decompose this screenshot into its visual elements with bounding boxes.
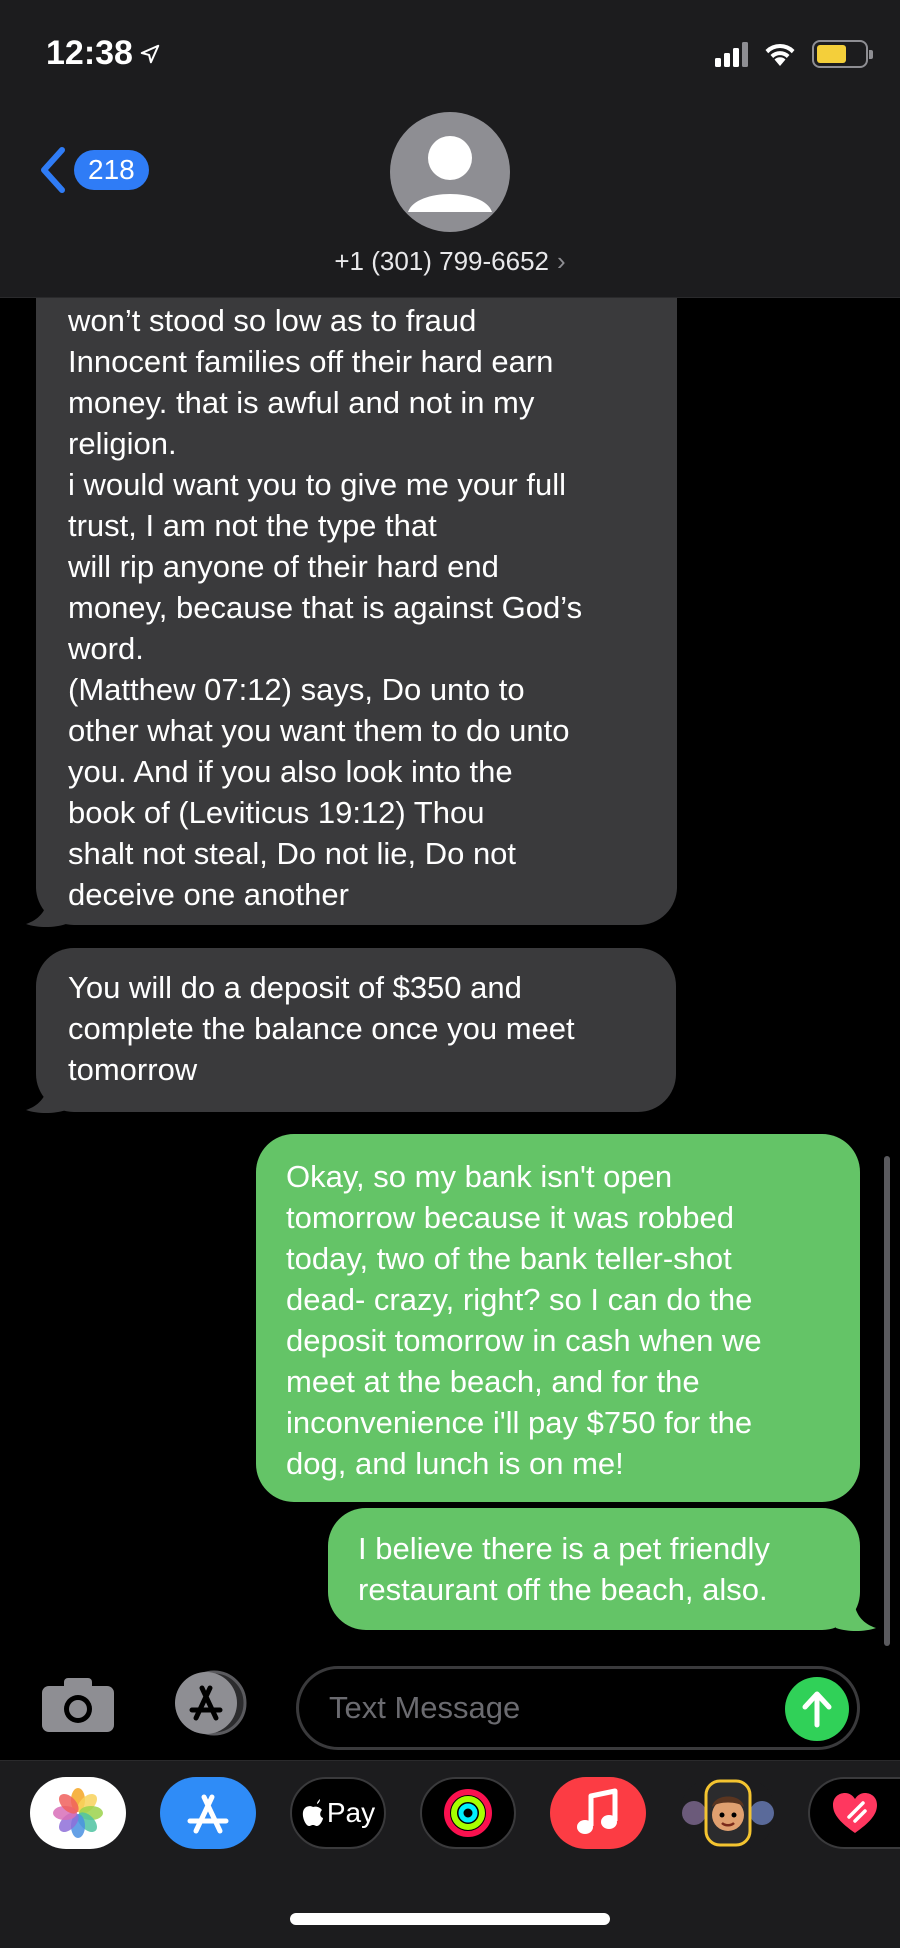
music-app-button[interactable] bbox=[550, 1777, 646, 1849]
cellular-signal-icon bbox=[715, 41, 748, 67]
message-line: restaurant off the beach, also. bbox=[358, 1572, 768, 1607]
contact-name-button[interactable]: +1 (301) 799-6652 › bbox=[0, 246, 900, 277]
apple-pay-icon bbox=[302, 1799, 323, 1826]
message-input[interactable]: Text Message bbox=[296, 1666, 860, 1750]
outgoing-message-bubble[interactable]: Okay, so my bank isn't open tomorrow bec… bbox=[256, 1134, 860, 1502]
music-icon bbox=[577, 1788, 618, 1834]
incoming-message-bubble[interactable]: You will do a deposit of $350 and comple… bbox=[36, 948, 676, 1112]
app-store-app-button[interactable] bbox=[160, 1777, 256, 1849]
outgoing-message-bubble[interactable]: I believe there is a pet friendly restau… bbox=[328, 1508, 860, 1630]
back-button[interactable]: 218 bbox=[38, 146, 149, 194]
contact-avatar[interactable] bbox=[390, 112, 510, 232]
message-line: deceive one another bbox=[68, 877, 349, 912]
message-line: will rip anyone of their hard end bbox=[68, 549, 499, 584]
imessage-app-drawer: Pay bbox=[0, 1760, 900, 1948]
message-line: meet at the beach, and for the bbox=[286, 1364, 700, 1399]
message-line: religion. bbox=[68, 426, 177, 461]
digital-touch-app-button[interactable] bbox=[808, 1777, 900, 1849]
message-line: money, because that is against God’s bbox=[68, 590, 583, 625]
memoji-app-button[interactable] bbox=[680, 1777, 776, 1849]
message-line: tomorrow bbox=[68, 1052, 198, 1087]
activity-app-button[interactable] bbox=[420, 1777, 516, 1849]
digital-touch-icon bbox=[833, 1793, 877, 1833]
message-input-placeholder: Text Message bbox=[329, 1690, 521, 1725]
arrow-up-icon bbox=[802, 1691, 832, 1728]
wifi-icon bbox=[765, 43, 795, 66]
contact-number: +1 (301) 799-6652 bbox=[334, 246, 549, 276]
incoming-message-bubble[interactable]: won’t stood so low as to fraud Innocent … bbox=[36, 298, 677, 925]
location-arrow-icon bbox=[140, 44, 160, 63]
status-indicators bbox=[715, 40, 873, 68]
message-line: won’t stood so low as to fraud bbox=[68, 303, 477, 338]
chevron-left-icon bbox=[41, 147, 65, 193]
app-store-icon bbox=[187, 1794, 229, 1834]
scrollbar[interactable] bbox=[884, 1156, 890, 1646]
message-line: (Matthew 07:12) says, Do unto to bbox=[68, 672, 525, 707]
message-line: other what you want them to do unto bbox=[68, 713, 570, 748]
message-line: you. And if you also look into the bbox=[68, 754, 513, 789]
message-line: tomorrow because it was robbed bbox=[286, 1200, 735, 1235]
message-line: today, two of the bank teller-shot bbox=[286, 1241, 732, 1276]
message-line: shalt not steal, Do not lie, Do not bbox=[68, 836, 517, 871]
message-line: You will do a deposit of $350 and bbox=[68, 970, 522, 1005]
photos-icon bbox=[53, 1788, 103, 1838]
message-line: dog, and lunch is on me! bbox=[286, 1446, 624, 1481]
conversation-header: 12:38 218 +1 (301) 799-6652 › bbox=[0, 0, 900, 298]
message-line: book of (Leviticus 19:12) Thou bbox=[68, 795, 485, 830]
status-time: 12:38 bbox=[46, 34, 161, 73]
photos-app-button[interactable] bbox=[30, 1777, 126, 1849]
camera-icon bbox=[42, 1678, 114, 1732]
unread-count-badge: 218 bbox=[74, 150, 149, 190]
apple-pay-label: Pay bbox=[326, 1797, 376, 1828]
bubble-tail bbox=[26, 1084, 66, 1113]
message-line: Okay, so my bank isn't open bbox=[286, 1159, 673, 1194]
camera-button[interactable] bbox=[40, 1674, 116, 1734]
clock: 12:38 bbox=[46, 34, 133, 72]
activity-icon bbox=[444, 1789, 492, 1837]
bubble-tail bbox=[26, 898, 66, 927]
person-icon bbox=[408, 136, 492, 212]
home-indicator[interactable] bbox=[290, 1913, 610, 1925]
chevron-right-icon: › bbox=[557, 246, 566, 276]
memoji-icon bbox=[682, 1779, 774, 1847]
send-button[interactable] bbox=[785, 1677, 849, 1741]
composer-bar: Text Message bbox=[0, 1658, 900, 1760]
message-line: inconvenience i'll pay $750 for the bbox=[286, 1405, 753, 1440]
message-line: complete the balance once you meet bbox=[68, 1011, 575, 1046]
message-line: Innocent families off their hard earn bbox=[68, 344, 554, 379]
message-line: i would want you to give me your full bbox=[68, 467, 566, 502]
battery-icon bbox=[812, 40, 873, 68]
app-store-button[interactable] bbox=[168, 1670, 254, 1736]
message-thread[interactable]: won’t stood so low as to fraud Innocent … bbox=[0, 298, 900, 1658]
message-line: word. bbox=[68, 631, 144, 666]
message-line: trust, I am not the type that bbox=[68, 508, 437, 543]
app-store-icon bbox=[175, 1670, 247, 1736]
message-line: money. that is awful and not in my bbox=[68, 385, 535, 420]
message-line: deposit tomorrow in cash when we bbox=[286, 1323, 762, 1358]
message-line: I believe there is a pet friendly bbox=[358, 1531, 770, 1566]
bubble-tail bbox=[836, 1602, 876, 1631]
message-line: dead- crazy, right? so I can do the bbox=[286, 1282, 753, 1317]
apple-pay-app-button[interactable]: Pay bbox=[290, 1777, 386, 1849]
